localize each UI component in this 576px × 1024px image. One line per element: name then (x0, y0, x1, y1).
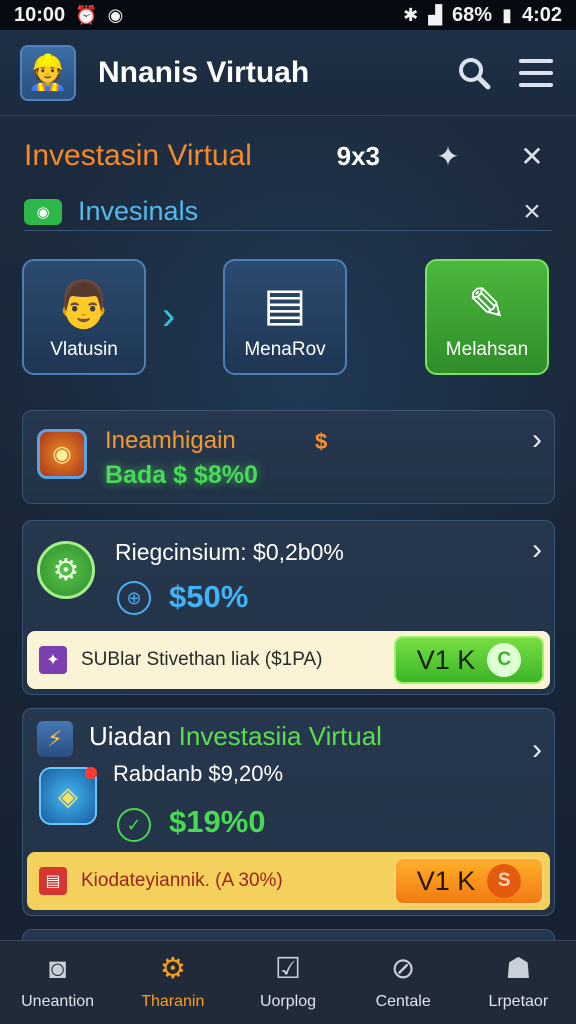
card-value: Bada $ $8%0 (105, 461, 258, 489)
section-title: Investasin Virtual (24, 139, 252, 172)
tile-label: Melahsan (445, 339, 529, 360)
section-header: Investasin Virtual 9x3 ✦ ✕ (24, 136, 552, 176)
nav-label: Centale (375, 992, 431, 1010)
nav-item-tharanin[interactable]: ⚙ Tharanin (118, 948, 228, 1018)
card-title: Uiadan Investasiia Virtual (89, 721, 382, 752)
arrow-separator: › (162, 294, 176, 338)
offer-button-label: V1 K (416, 644, 476, 675)
status-time: 10:00 (14, 3, 66, 26)
signal-icon: ▟ (428, 4, 443, 25)
compass-icon: ⊘ (391, 952, 416, 985)
offer-bar: ▤ Kiodateyiannik. (A 30%) V1 K S (27, 852, 550, 910)
sub-title[interactable]: Invesinals (78, 196, 512, 227)
grid-label[interactable]: 9x3 (337, 141, 380, 172)
battery-text: 68% (452, 3, 493, 26)
gear-icon: ⚙ (37, 541, 95, 599)
target-icon: ⊕ (117, 581, 151, 615)
check-icon: ☑ (274, 952, 301, 985)
card-title: Riegcinsium: $0,2b0% (115, 539, 344, 565)
header-close-button[interactable]: ✕ (512, 140, 552, 173)
tile-vlatusin[interactable]: 👨 Vlatusin (22, 259, 146, 375)
sub-header: ◉ Invesinals × (24, 193, 552, 231)
status-left: 10:00 ⏰ ◉ (14, 4, 123, 27)
tile-melahsan[interactable]: ✎ Melahsan (425, 259, 549, 375)
offer-text: SUBlar Stivethan liak ($1PA) (81, 649, 323, 670)
status-bar: 10:00 ⏰ ◉ ✱ ▟ 68% ▮ 4:02 (0, 0, 576, 30)
nav-label: Tharanin (141, 992, 205, 1010)
user-icon: ☗ (505, 952, 532, 985)
notification-dot (85, 767, 97, 779)
search-icon (459, 57, 491, 89)
check-circle-icon: ✓ (117, 808, 151, 842)
nav-label: Uneantion (21, 992, 95, 1010)
sub-header-close-button[interactable]: × (512, 195, 552, 229)
bluetooth-icon: ✱ (403, 4, 419, 25)
coin-icon: C (487, 643, 522, 677)
status-clock-right: 4:02 (521, 3, 562, 26)
nav-label: Lrpetaor (488, 992, 549, 1010)
chevron-right-icon[interactable]: › (532, 423, 542, 457)
nav-item-centale[interactable]: ⊘ Centale (348, 948, 458, 1018)
tile-label: Vlatusin (50, 339, 118, 360)
offer-button[interactable]: V1 K S (394, 857, 544, 905)
bottom-navigation: ◙ Uneantion ⚙ Tharanin ☑ Uorplog ⊘ Centa… (0, 940, 576, 1024)
card-title-prefix: Uiadan (89, 721, 172, 751)
card-title: Ineamhigain (105, 427, 236, 454)
coin-icon: S (487, 864, 522, 898)
investment-card[interactable]: ◉ Ineamhigain $ Bada $ $8%0 › (22, 410, 555, 504)
wallet-icon: ▤ (39, 867, 67, 895)
investment-card[interactable]: ⚡ Uiadan Investasiia Virtual ◈ Rabdanb $… (22, 708, 555, 916)
badge-icon: ◉ (24, 198, 62, 225)
alarm-icon: ⏰ (75, 4, 98, 25)
search-button[interactable] (454, 53, 494, 93)
camera-icon: ◙ (48, 952, 67, 985)
card-extra: $ (315, 429, 328, 454)
chevron-right-icon[interactable]: › (532, 733, 542, 767)
gear-icon: ⚙ (159, 952, 186, 985)
avatar-icon: 👷 (26, 53, 70, 92)
battery-icon: ▮ (502, 4, 512, 25)
person-icon: 👨 (55, 278, 113, 330)
bolt-icon: ⚡ (37, 721, 73, 757)
status-right: ✱ ▟ 68% ▮ 4:02 (403, 4, 562, 27)
nav-item-lrpetaor[interactable]: ☗ Lrpetaor (463, 948, 573, 1018)
quick-tiles: 👨 Vlatusin › ▤ MenaRov ✎ Melahsan (22, 259, 554, 377)
app-bar: 👷 Nnanis Virtuah (0, 30, 576, 116)
app-title: Nnanis Virtuah (98, 55, 310, 89)
card-rate: $19%0 (169, 804, 266, 839)
nav-item-uorplog[interactable]: ☑ Uorplog (233, 948, 343, 1018)
offer-bar: ✦ SUBlar Stivethan liak ($1PA) V1 K C (27, 631, 550, 689)
card-rate: $50% (169, 579, 249, 614)
avatar[interactable]: 👷 (20, 44, 76, 101)
offer-text: Kiodateyiannik. (A 30%) (81, 870, 283, 891)
tile-menarov[interactable]: ▤ MenaRov (223, 259, 347, 375)
sync-icon: ◉ (107, 4, 124, 25)
chevron-right-icon[interactable]: › (532, 533, 542, 567)
leaf-icon: ✦ (39, 646, 67, 674)
menu-icon (519, 58, 553, 87)
card-subtitle: Rabdanb $9,20% (113, 761, 284, 786)
tools-icon: ✎ (467, 278, 507, 330)
pin-icon[interactable]: ✦ (428, 140, 468, 173)
nav-item-uneantion[interactable]: ◙ Uneantion (3, 948, 113, 1018)
investment-card[interactable]: ⚙ Riegcinsium: $0,2b0% ⊕ $50% › ✦ SUBlar… (22, 520, 555, 695)
nav-label: Uorplog (259, 992, 316, 1010)
camera-icon: ◉ (37, 429, 87, 479)
card-title-highlight: Investasiia Virtual (178, 721, 382, 751)
offer-button[interactable]: V1 K C (394, 636, 544, 684)
offer-button-label: V1 K (416, 865, 476, 896)
document-icon: ▤ (263, 278, 307, 330)
tile-label: MenaRov (244, 339, 326, 360)
menu-button[interactable] (516, 53, 556, 93)
